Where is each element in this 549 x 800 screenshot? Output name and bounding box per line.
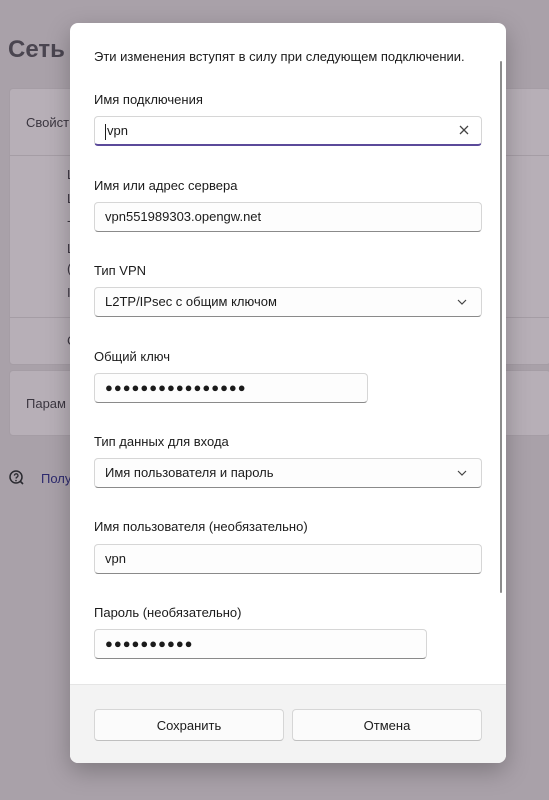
password-value: ●●●●●●●●●● xyxy=(105,636,194,651)
server-input[interactable]: vpn551989303.opengw.net xyxy=(94,202,482,232)
signin-type-label: Тип данных для входа xyxy=(94,434,229,449)
username-label: Имя пользователя (необязательно) xyxy=(94,519,308,534)
vpn-type-select[interactable]: L2TP/IPsec с общим ключом xyxy=(94,287,482,317)
help-icon xyxy=(9,470,24,485)
page-title: Сеть xyxy=(8,36,65,63)
preshared-key-label: Общий ключ xyxy=(94,349,171,364)
connection-name-value: vpn xyxy=(107,123,128,138)
help-link[interactable]: Полу xyxy=(41,471,71,486)
save-button[interactable]: Сохранить xyxy=(94,709,284,741)
username-input[interactable]: vpn xyxy=(94,544,482,574)
cancel-button[interactable]: Отмена xyxy=(292,709,482,741)
chevron-down-icon xyxy=(457,299,467,305)
username-value: vpn xyxy=(105,551,126,566)
dialog-scrollbar[interactable] xyxy=(500,61,502,593)
password-label: Пароль (необязательно) xyxy=(94,605,242,620)
password-input[interactable]: ●●●●●●●●●● xyxy=(94,629,427,659)
preshared-key-value: ●●●●●●●●●●●●●●●● xyxy=(105,380,247,395)
connection-name-input[interactable]: vpn xyxy=(94,116,482,146)
connection-name-label: Имя подключения xyxy=(94,92,203,107)
dialog-footer: Сохранить Отмена xyxy=(70,684,506,763)
signin-type-select[interactable]: Имя пользователя и пароль xyxy=(94,458,482,488)
params-label: Парам xyxy=(26,396,66,411)
dialog-notice: Эти изменения вступят в силу при следующ… xyxy=(94,49,465,64)
preshared-key-input[interactable]: ●●●●●●●●●●●●●●●● xyxy=(94,373,368,403)
server-value: vpn551989303.opengw.net xyxy=(105,209,262,224)
vpn-type-value: L2TP/IPsec с общим ключом xyxy=(105,294,277,309)
properties-label: Свойст xyxy=(26,115,70,130)
clear-icon[interactable] xyxy=(457,123,471,137)
chevron-down-icon xyxy=(457,470,467,476)
signin-type-value: Имя пользователя и пароль xyxy=(105,465,274,480)
server-label: Имя или адрес сервера xyxy=(94,178,238,193)
vpn-type-label: Тип VPN xyxy=(94,263,147,278)
vpn-edit-dialog: Эти изменения вступят в силу при следующ… xyxy=(70,23,506,763)
